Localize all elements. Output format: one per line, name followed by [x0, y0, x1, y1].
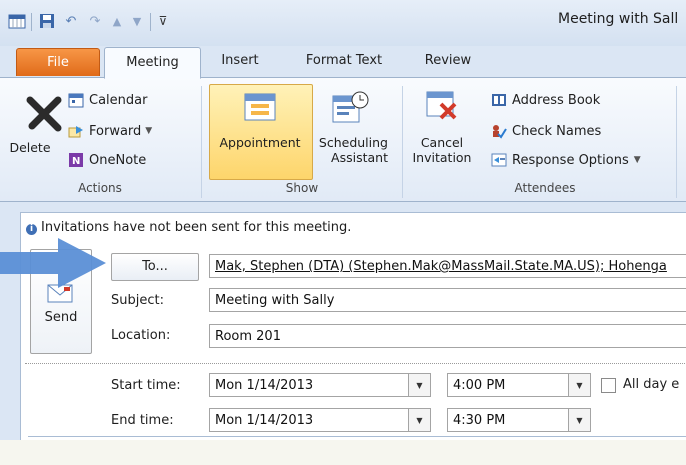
address-book-label: Address Book [512, 92, 601, 108]
title-bar: ↶ ↷ ▲ ▼ ⊽ Meeting with Sall [0, 0, 686, 46]
tab-insert[interactable]: Insert [212, 46, 268, 74]
group-divider [201, 86, 202, 198]
group-divider-3 [676, 86, 677, 198]
forward-dropdown-icon: ▼ [145, 126, 153, 136]
info-icon: i [26, 224, 37, 235]
form-separator [25, 363, 686, 364]
pointer-arrow-icon [0, 238, 110, 288]
response-options-label: Response Options [512, 152, 629, 168]
all-day-checkbox[interactable] [601, 378, 616, 393]
response-options-dropdown-icon: ▼ [633, 155, 641, 165]
scheduling-assistant-button[interactable]: Scheduling Assistant [314, 135, 388, 165]
onenote-button[interactable]: N OneNote [67, 149, 146, 171]
scheduling-label-1: Scheduling [318, 135, 388, 150]
group-divider-2 [402, 86, 403, 198]
check-names-icon [490, 122, 508, 140]
delete-icon [24, 94, 64, 134]
subject-field[interactable]: Meeting with Sally [209, 288, 686, 312]
calendar-icon [67, 91, 85, 109]
appointment-label: Appointment [219, 135, 301, 150]
customize-qa-icon[interactable]: ⊽ [154, 12, 172, 30]
tab-meeting[interactable]: Meeting [104, 47, 201, 79]
tab-format-text[interactable]: Format Text [294, 46, 394, 74]
response-options-icon [490, 151, 508, 169]
ribbon: Delete Calendar Forward ▼ N OneNote Acti… [0, 77, 686, 202]
address-book-icon [490, 91, 508, 109]
start-time-field[interactable]: 4:00 PM [447, 373, 569, 397]
ribbon-tab-row: File Meeting Insert Format Text Review [0, 46, 686, 79]
all-day-label: All day e [623, 377, 680, 392]
onenote-label: OneNote [89, 152, 147, 168]
calendar-app-icon[interactable] [8, 12, 26, 30]
down-arrow-icon[interactable]: ▼ [128, 12, 146, 30]
send-label: Send [44, 310, 78, 325]
save-icon[interactable] [38, 12, 56, 30]
start-time-label: Start time: [111, 378, 181, 393]
address-book-button[interactable]: Address Book [490, 89, 600, 111]
subject-label: Subject: [111, 293, 164, 308]
end-date-dropdown-icon[interactable]: ▼ [409, 408, 431, 432]
calendar-button[interactable]: Calendar [67, 89, 147, 111]
to-button[interactable]: To... [111, 253, 199, 281]
qa-divider-2 [150, 13, 151, 31]
location-field[interactable]: Room 201 [209, 324, 686, 348]
calendar-label: Calendar [89, 92, 148, 108]
undo-icon[interactable]: ↶ [62, 12, 80, 30]
bottom-strip [0, 440, 686, 465]
svg-text:N: N [72, 156, 80, 167]
group-label-actions: Actions [78, 181, 122, 195]
group-label-attendees: Attendees [514, 181, 576, 195]
delete-button[interactable]: Delete [4, 140, 56, 155]
end-time-label: End time: [111, 413, 174, 428]
start-time-dropdown-icon[interactable]: ▼ [569, 373, 591, 397]
start-date-field[interactable]: Mon 1/14/2013 [209, 373, 409, 397]
onenote-icon: N [67, 151, 85, 169]
forward-icon [67, 122, 85, 140]
redo-icon[interactable]: ↷ [86, 12, 104, 30]
start-date-dropdown-icon[interactable]: ▼ [409, 373, 431, 397]
outlook-window: ↶ ↷ ▲ ▼ ⊽ Meeting with Sall File Meeting… [0, 0, 686, 440]
tab-review[interactable]: Review [416, 46, 480, 74]
to-field[interactable]: Mak, Stephen (DTA) (Stephen.Mak@MassMail… [209, 254, 686, 278]
forward-button[interactable]: Forward ▼ [67, 120, 152, 142]
window-title: Meeting with Sall [558, 11, 679, 27]
cancel-invitation-icon [425, 88, 459, 122]
info-bar: i Invitations have not been sent for thi… [21, 213, 686, 243]
group-label-show: Show [285, 181, 319, 195]
cancel-label-2: Invitation [412, 150, 472, 165]
scheduling-label-2: Assistant [331, 150, 388, 165]
location-label: Location: [111, 328, 171, 343]
cancel-label-1: Cancel [420, 135, 464, 150]
tab-file[interactable]: File [16, 48, 100, 76]
appointment-icon [242, 92, 278, 122]
scheduling-icon [330, 90, 370, 126]
end-date-field[interactable]: Mon 1/14/2013 [209, 408, 409, 432]
up-arrow-icon[interactable]: ▲ [108, 12, 126, 30]
info-message: Invitations have not been sent for this … [41, 220, 352, 235]
end-time-dropdown-icon[interactable]: ▼ [569, 408, 591, 432]
cancel-invitation-button[interactable]: Cancel Invitation [408, 135, 476, 165]
check-names-label: Check Names [512, 123, 602, 139]
check-names-button[interactable]: Check Names [490, 120, 601, 142]
qa-divider [31, 13, 32, 31]
meeting-form: i Invitations have not been sent for thi… [20, 212, 686, 440]
end-time-field[interactable]: 4:30 PM [447, 408, 569, 432]
forward-label: Forward [89, 123, 142, 139]
response-options-button[interactable]: Response Options ▼ [490, 149, 641, 171]
